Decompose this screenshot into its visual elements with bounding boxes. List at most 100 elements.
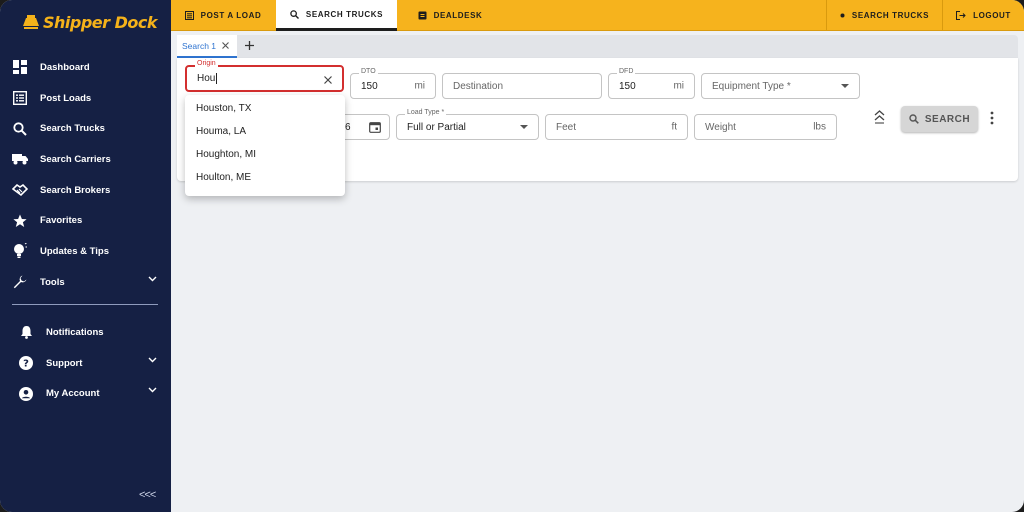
more-options-icon[interactable] [990, 111, 994, 125]
topbar-button-label: LOGOUT [973, 11, 1011, 20]
tab-search-1[interactable]: Search 1 [177, 35, 237, 58]
dot-icon [840, 13, 845, 18]
search-icon [12, 121, 28, 137]
plus-icon [245, 41, 254, 50]
sidebar-item-tools[interactable]: Tools [0, 267, 171, 298]
star-icon [12, 213, 28, 229]
sidebar-item-label: Post Loads [40, 92, 92, 104]
topbar-search-trucks-button[interactable]: SEARCH TRUCKS [827, 0, 942, 31]
truck-icon [12, 151, 28, 167]
dealdesk-icon [418, 11, 427, 20]
logo-text: Shipper Dock [43, 12, 158, 32]
feet-field[interactable]: Feet ft [545, 114, 688, 140]
weight-input[interactable]: Weight [705, 122, 736, 133]
dfd-label: DFD [617, 68, 636, 75]
dashboard-icon [12, 59, 28, 75]
destination-field[interactable]: Destination [442, 73, 602, 99]
origin-label: Origin [195, 60, 218, 67]
tab-label: SEARCH TRUCKS [305, 9, 384, 19]
close-icon[interactable] [222, 42, 229, 49]
svg-text:?: ? [23, 359, 29, 370]
origin-field[interactable]: Origin Hou [185, 60, 344, 92]
search-button[interactable]: SEARCH [901, 106, 978, 132]
list-icon [12, 90, 28, 106]
calendar-icon[interactable] [369, 121, 381, 133]
chevron-down-icon [148, 276, 157, 282]
sidebar-item-label: My Account [46, 388, 100, 400]
sidebar-item-updates-tips[interactable]: Updates & Tips [0, 236, 171, 267]
search-icon [290, 9, 299, 19]
topbar-button-label: SEARCH TRUCKS [851, 11, 930, 20]
sidebar-item-dashboard[interactable]: Dashboard [0, 52, 171, 83]
tab-dealdesk[interactable]: DEALDESK [398, 0, 502, 31]
dto-input[interactable]: 150 [361, 81, 378, 92]
app-window: Shipper Dock Dashboard Post Loads Search… [0, 0, 1024, 512]
add-tab-button[interactable] [245, 37, 254, 53]
sidebar-item-label: Updates & Tips [40, 245, 109, 257]
sidebar-item-label: Support [46, 357, 83, 369]
handshake-icon [12, 182, 28, 198]
feet-input[interactable]: Feet [556, 122, 576, 133]
feet-unit: ft [671, 121, 677, 133]
sidebar-collapse-button[interactable]: <<< [139, 489, 156, 501]
sidebar-item-notifications[interactable]: Notifications [0, 317, 171, 348]
suggestion-item[interactable]: Houlton, ME [185, 166, 345, 189]
sidebar-item-search-trucks[interactable]: Search Trucks [0, 113, 171, 144]
dto-label: DTO [359, 68, 378, 75]
origin-input[interactable]: Hou [197, 73, 215, 84]
logout-button[interactable]: LOGOUT [943, 0, 1024, 31]
list-icon [184, 11, 194, 20]
dto-field[interactable]: DTO 150 mi [350, 68, 436, 99]
sidebar-item-support[interactable]: ? Support [0, 348, 171, 379]
dfd-unit: mi [673, 80, 684, 92]
tab-label: Search 1 [182, 40, 217, 51]
dropdown-arrow-icon [841, 84, 849, 88]
origin-suggestions-dropdown: Houston, TX Houma, LA Houghton, MI Hoult… [185, 95, 345, 196]
logo[interactable]: Shipper Dock [22, 10, 158, 34]
tab-label: DEALDESK [433, 11, 483, 20]
search-button-label: SEARCH [924, 113, 971, 125]
dfd-field[interactable]: DFD 150 mi [608, 68, 695, 99]
lightbulb-icon [12, 243, 28, 259]
load-type-select[interactable]: Load Type * Full or Partial [396, 109, 539, 140]
account-icon [18, 386, 34, 402]
tab-search-trucks[interactable]: SEARCH TRUCKS [276, 0, 397, 31]
chevron-down-icon [148, 387, 157, 393]
suggestion-item[interactable]: Houston, TX [185, 97, 345, 120]
clear-icon[interactable] [324, 76, 332, 84]
collapse-filters-icon[interactable] [874, 110, 885, 124]
logo-icon [23, 15, 39, 29]
sidebar-item-label: Dashboard [40, 61, 90, 73]
sidebar: Shipper Dock Dashboard Post Loads Search… [0, 0, 171, 512]
text-caret [216, 73, 218, 84]
weight-field[interactable]: Weight lbs [694, 114, 837, 140]
search-icon [909, 114, 919, 124]
sidebar-bottom-nav: Notifications ? Support My Account [0, 317, 171, 409]
bell-icon [18, 324, 34, 340]
top-navbar: POST A LOAD SEARCH TRUCKS DEALDESK SEARC… [171, 0, 1024, 31]
tab-post-a-load[interactable]: POST A LOAD [171, 0, 275, 31]
equipment-type-select[interactable]: Equipment Type * [701, 73, 860, 99]
sidebar-item-label: Favorites [40, 215, 83, 227]
sidebar-item-favorites[interactable]: Favorites [0, 205, 171, 236]
search-tabs-bar: Search 1 [177, 35, 1018, 58]
suggestion-item[interactable]: Houghton, MI [185, 143, 345, 166]
destination-input[interactable]: Destination [453, 81, 503, 92]
sidebar-item-label: Tools [40, 276, 65, 288]
sidebar-item-post-loads[interactable]: Post Loads [0, 83, 171, 114]
sidebar-divider [12, 304, 158, 305]
sidebar-item-label: Search Carriers [40, 153, 111, 165]
wrench-icon [12, 274, 28, 290]
sidebar-item-search-brokers[interactable]: Search Brokers [0, 175, 171, 206]
sidebar-item-my-account[interactable]: My Account [0, 378, 171, 409]
suggestion-item[interactable]: Houma, LA [185, 120, 345, 143]
dropdown-arrow-icon [520, 125, 528, 129]
sidebar-item-label: Search Trucks [40, 123, 105, 135]
sidebar-item-label: Notifications [46, 326, 104, 338]
sidebar-item-search-carriers[interactable]: Search Carriers [0, 144, 171, 175]
date-input[interactable]: 6 [345, 122, 351, 133]
weight-unit: lbs [813, 121, 826, 133]
load-type-label: Load Type * [405, 109, 447, 116]
dfd-input[interactable]: 150 [619, 81, 636, 92]
load-type-value: Full or Partial [407, 121, 466, 133]
